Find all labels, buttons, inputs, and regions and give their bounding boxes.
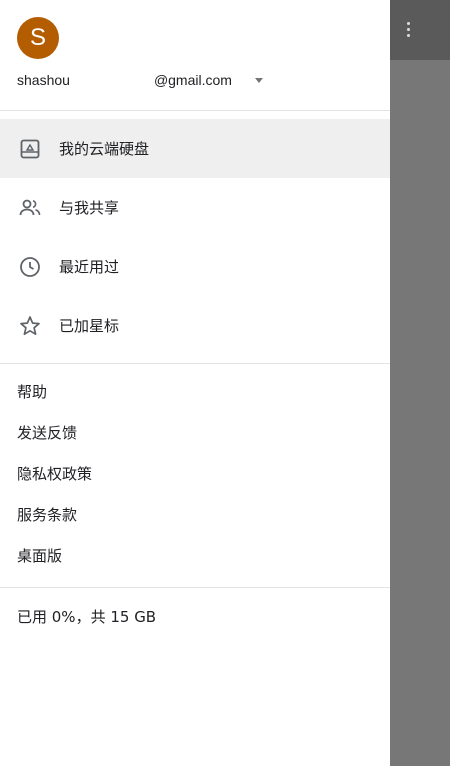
nav-label: 最近用过 — [59, 258, 120, 276]
link-help[interactable]: 帮助 — [0, 374, 390, 415]
drive-icon — [20, 139, 40, 158]
drawer-links: 帮助 发送反馈 隐私权政策 服务条款 桌面版 — [0, 374, 390, 579]
clock-icon — [20, 256, 40, 277]
nav-label: 我的云端硬盘 — [59, 140, 150, 158]
link-desktop-version[interactable]: 桌面版 — [0, 538, 390, 579]
nav-item-starred[interactable]: 已加星标 — [0, 296, 390, 355]
more-vert-icon[interactable] — [402, 18, 414, 42]
star-icon — [20, 315, 40, 335]
drawer-nav: 我的云端硬盘 与我共享 最近用过 已加星标 — [0, 119, 390, 355]
email-domain: @gmail.com — [153, 72, 232, 88]
nav-item-recent[interactable]: 最近用过 — [0, 237, 390, 296]
link-send-feedback[interactable]: 发送反馈 — [0, 415, 390, 456]
email-user: shashou — [17, 72, 70, 88]
nav-item-shared-with-me[interactable]: 与我共享 — [0, 178, 390, 237]
nav-label: 与我共享 — [59, 199, 120, 217]
link-privacy-policy[interactable]: 隐私权政策 — [0, 456, 390, 497]
avatar[interactable]: S — [17, 17, 59, 59]
storage-usage: 已用 0%，共 15 GB — [17, 608, 157, 626]
account-header: S shashou @gmail.com — [0, 0, 390, 111]
people-icon — [19, 199, 41, 215]
divider — [0, 363, 390, 364]
account-dropdown-icon[interactable] — [255, 78, 263, 83]
navigation-drawer: S shashou @gmail.com 我的云端硬盘 与我共享 最近用过 已加… — [0, 0, 390, 766]
divider — [0, 587, 390, 588]
account-email[interactable]: shashou @gmail.com — [17, 72, 232, 88]
backdrop-toolbar — [390, 0, 450, 60]
nav-item-my-drive[interactable]: 我的云端硬盘 — [0, 119, 390, 178]
link-terms-of-service[interactable]: 服务条款 — [0, 497, 390, 538]
nav-label: 已加星标 — [59, 317, 120, 335]
